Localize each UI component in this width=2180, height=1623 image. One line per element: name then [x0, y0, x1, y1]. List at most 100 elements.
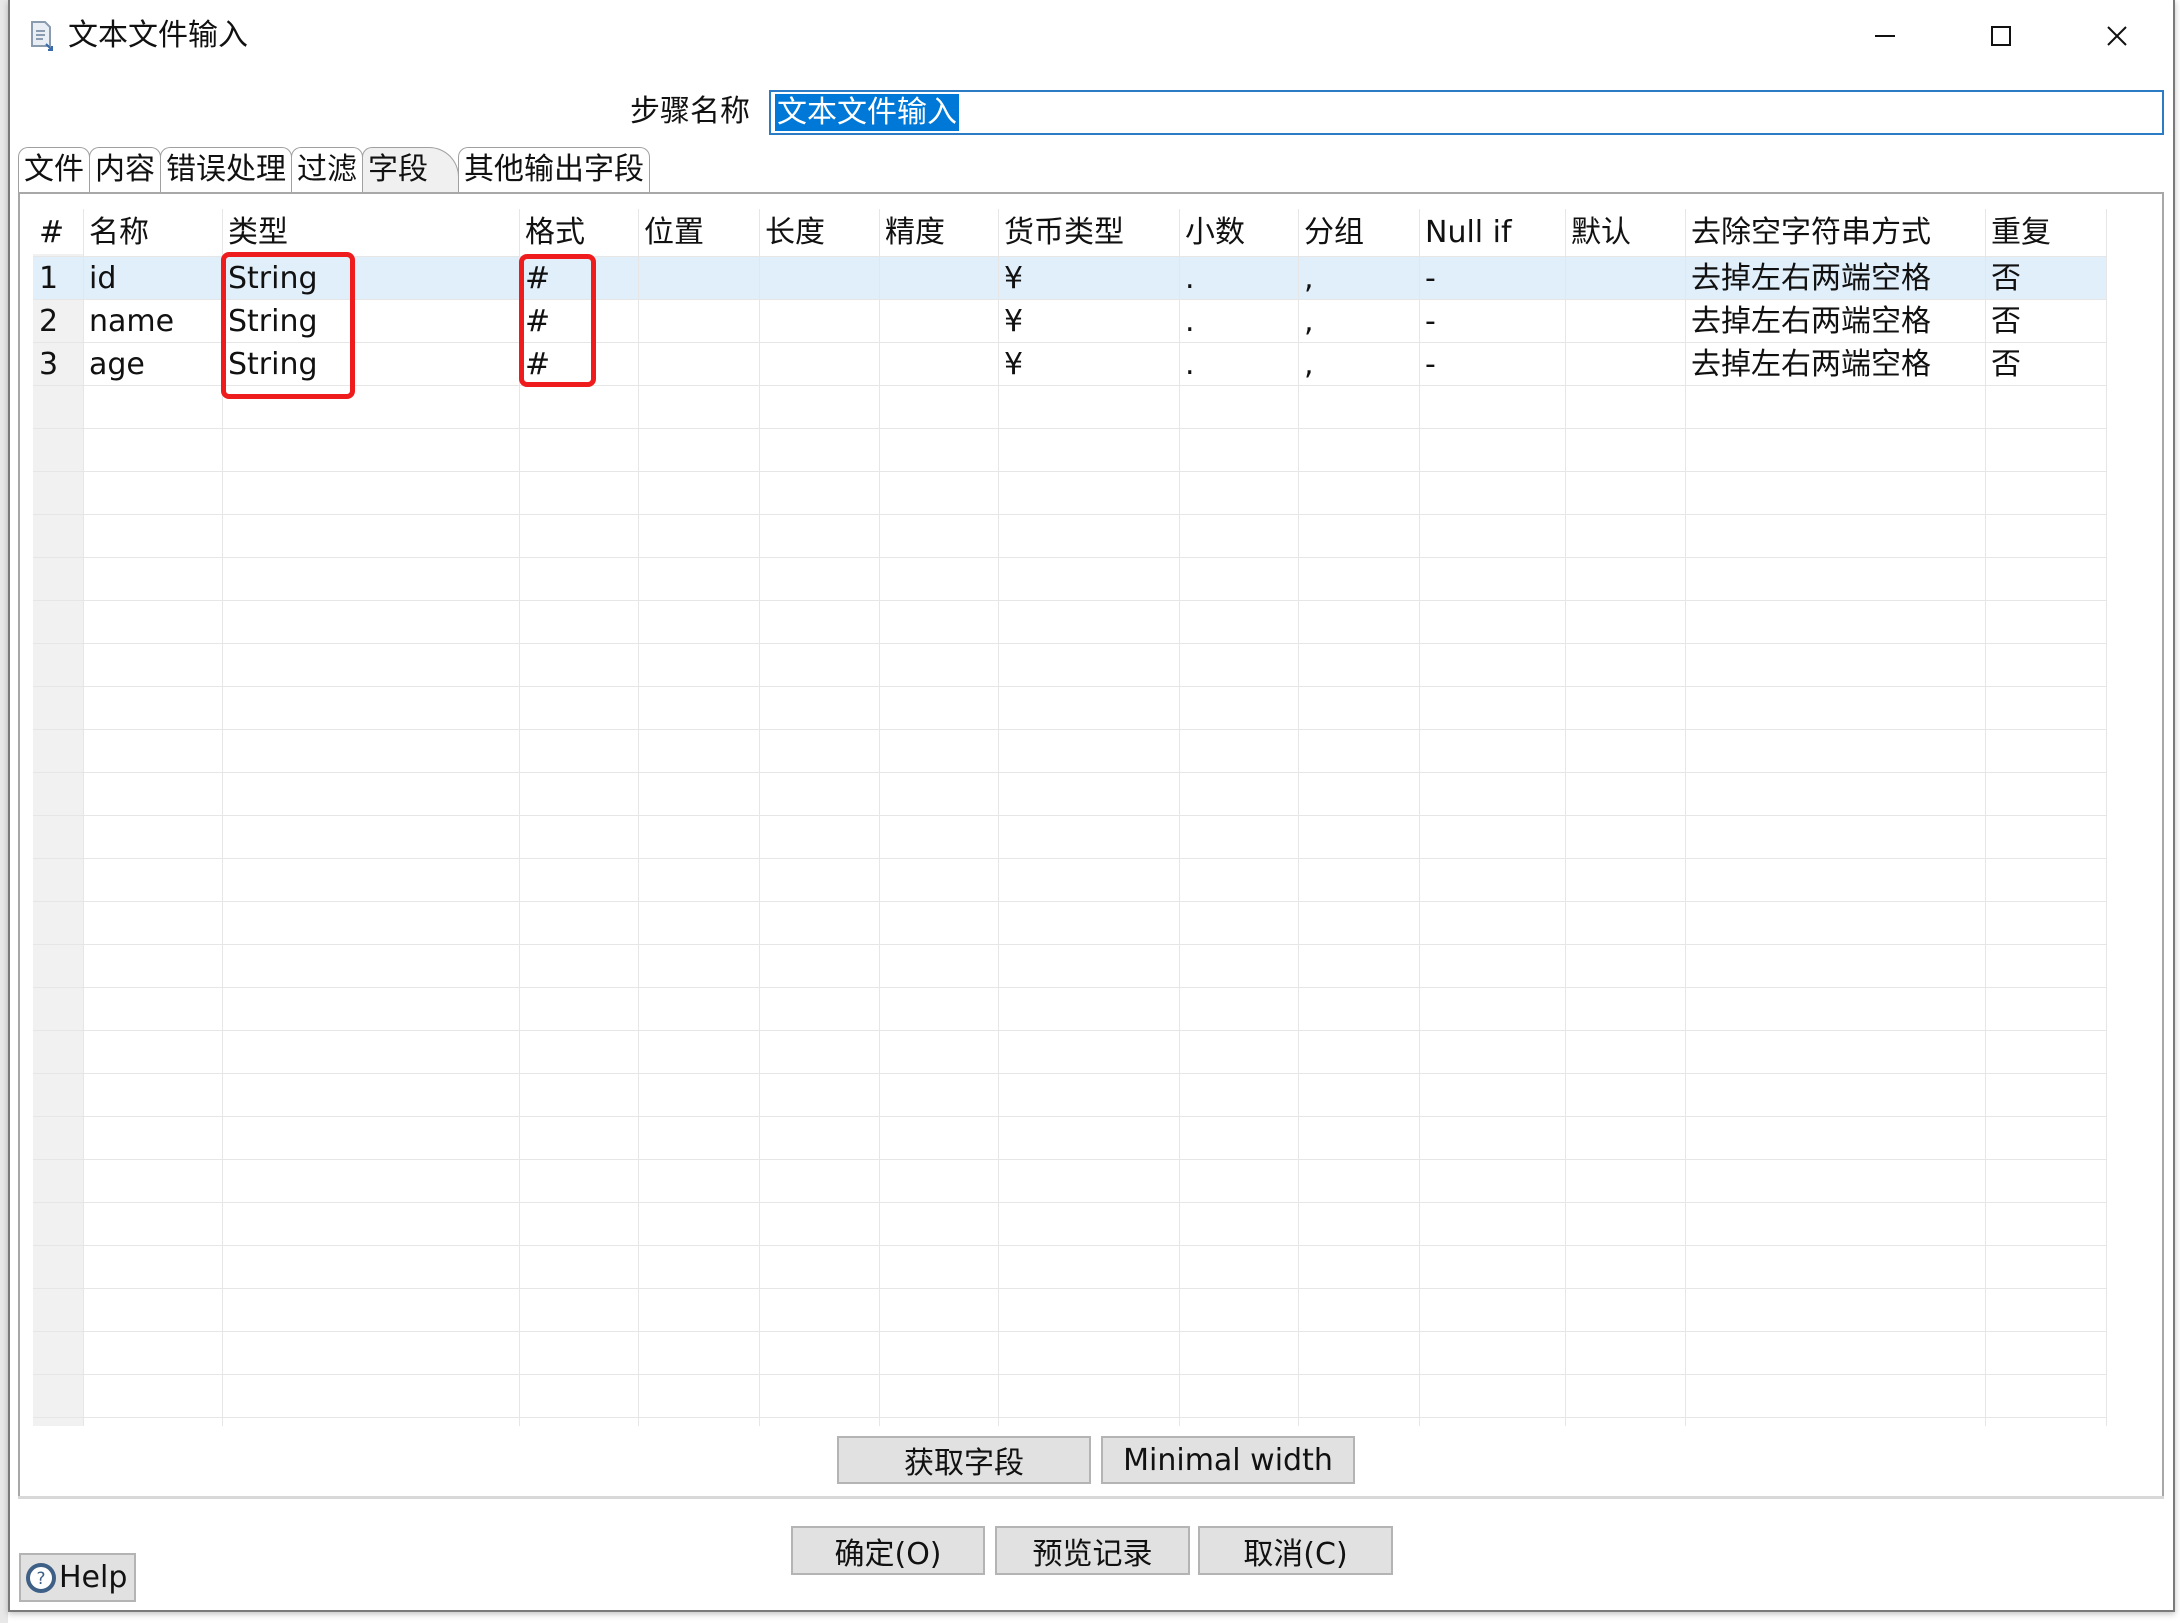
column-divider[interactable]: [638, 209, 639, 1426]
header-col-position[interactable]: 位置: [638, 209, 759, 254]
row-divider: [33, 901, 2106, 902]
column-divider[interactable]: [222, 209, 223, 1426]
header-col-name[interactable]: 名称: [83, 209, 222, 254]
header-col-currency[interactable]: 货币类型: [998, 209, 1179, 254]
cell-col-default[interactable]: [1565, 300, 1685, 343]
tab-other-output-fields[interactable]: 其他输出字段: [458, 147, 650, 193]
tab-fields[interactable]: 字段: [362, 147, 459, 193]
tab-filter[interactable]: 过滤: [291, 147, 363, 193]
row-divider: [33, 1417, 2106, 1418]
cell-col-trim-type[interactable]: 去掉左右两端空格: [1685, 343, 1985, 386]
cell-col-trim-type[interactable]: 去掉左右两端空格: [1685, 300, 1985, 343]
cell-col-position[interactable]: [638, 257, 759, 300]
column-divider[interactable]: [998, 209, 999, 1426]
cell-col-currency[interactable]: ¥: [998, 343, 1179, 386]
cell-col-null-if[interactable]: -: [1419, 343, 1565, 386]
header-col-default[interactable]: 默认: [1565, 209, 1685, 254]
cell-col-repeat[interactable]: 否: [1985, 300, 2106, 343]
cancel-button[interactable]: 取消(C): [1198, 1526, 1393, 1575]
cell-col-length[interactable]: [759, 343, 879, 386]
column-divider[interactable]: [2106, 209, 2107, 1426]
cell-col-group[interactable]: ,: [1298, 343, 1419, 386]
tab-bar: 文件 内容 错误处理 过滤 字段 其他输出字段: [18, 145, 650, 193]
cell-col-trim-type[interactable]: 去掉左右两端空格: [1685, 257, 1985, 300]
cell-col-default[interactable]: [1565, 343, 1685, 386]
cell-col-decimal[interactable]: .: [1179, 257, 1298, 300]
tab-file[interactable]: 文件: [18, 147, 90, 193]
close-icon: [2107, 26, 2127, 46]
header-col-type[interactable]: 类型: [222, 209, 519, 254]
cell-col-format[interactable]: #: [519, 343, 638, 386]
maximize-button[interactable]: [1971, 14, 2031, 58]
cell-col-index[interactable]: 3: [33, 343, 83, 386]
close-button[interactable]: [2087, 14, 2147, 58]
cell-col-currency[interactable]: ¥: [998, 257, 1179, 300]
cell-col-group[interactable]: ,: [1298, 300, 1419, 343]
minimize-button[interactable]: [1855, 14, 1915, 58]
column-divider[interactable]: [1298, 209, 1299, 1426]
cell-col-name[interactable]: id: [83, 257, 222, 300]
row-divider: [33, 1030, 2106, 1031]
tab-content[interactable]: 内容: [89, 147, 161, 193]
row-divider: [33, 987, 2106, 988]
fields-table[interactable]: # 名称 类型 格式 位置 长度 精度 货币类型 小数 分组 Null if 默认 去除空字符串方式 重复…: [33, 209, 2153, 1426]
header-col-precision[interactable]: 精度: [879, 209, 998, 254]
cell-col-precision[interactable]: [879, 343, 998, 386]
cell-col-currency[interactable]: ¥: [998, 300, 1179, 343]
preview-records-button[interactable]: 预览记录: [995, 1526, 1190, 1575]
cell-col-name[interactable]: age: [83, 343, 222, 386]
cell-col-type[interactable]: String: [222, 343, 519, 386]
column-divider[interactable]: [1179, 209, 1180, 1426]
cell-col-length[interactable]: [759, 300, 879, 343]
header-col-repeat[interactable]: 重复: [1985, 209, 2106, 254]
column-divider[interactable]: [83, 209, 84, 1426]
help-button[interactable]: ? Help: [19, 1553, 136, 1602]
header-col-group[interactable]: 分组: [1298, 209, 1419, 254]
header-col-trim-type[interactable]: 去除空字符串方式: [1685, 209, 1985, 254]
cell-col-type[interactable]: String: [222, 300, 519, 343]
row-divider: [33, 643, 2106, 644]
step-name-input[interactable]: 文本文件输入: [769, 90, 2164, 135]
ok-button[interactable]: 确定(O): [791, 1526, 985, 1575]
column-divider[interactable]: [1985, 209, 1986, 1426]
cell-col-type[interactable]: String: [222, 257, 519, 300]
column-divider[interactable]: [519, 209, 520, 1426]
cell-col-length[interactable]: [759, 257, 879, 300]
header-col-length[interactable]: 长度: [759, 209, 879, 254]
cell-col-default[interactable]: [1565, 257, 1685, 300]
tab-error-handling[interactable]: 错误处理: [160, 147, 292, 193]
get-fields-button[interactable]: 获取字段: [837, 1436, 1091, 1484]
cell-col-repeat[interactable]: 否: [1985, 257, 2106, 300]
cell-col-format[interactable]: #: [519, 300, 638, 343]
cell-col-precision[interactable]: [879, 257, 998, 300]
step-name-value: 文本文件输入: [775, 94, 959, 131]
cell-col-index[interactable]: 2: [33, 300, 83, 343]
cell-col-format[interactable]: #: [519, 257, 638, 300]
cell-col-name[interactable]: name: [83, 300, 222, 343]
cell-col-position[interactable]: [638, 343, 759, 386]
cell-col-repeat[interactable]: 否: [1985, 343, 2106, 386]
column-divider[interactable]: [1685, 209, 1686, 1426]
column-divider[interactable]: [1565, 209, 1566, 1426]
cell-col-position[interactable]: [638, 300, 759, 343]
help-icon: ?: [26, 1562, 56, 1593]
minimal-width-button[interactable]: Minimal width: [1101, 1436, 1355, 1484]
row-divider: [33, 1245, 2106, 1246]
column-divider[interactable]: [879, 209, 880, 1426]
column-divider[interactable]: [1419, 209, 1420, 1426]
header-col-null-if[interactable]: Null if: [1419, 209, 1565, 254]
cell-col-decimal[interactable]: .: [1179, 300, 1298, 343]
column-divider[interactable]: [759, 209, 760, 1426]
cell-col-decimal[interactable]: .: [1179, 343, 1298, 386]
cell-col-group[interactable]: ,: [1298, 257, 1419, 300]
row-divider: [33, 858, 2106, 859]
cell-col-precision[interactable]: [879, 300, 998, 343]
cell-col-index[interactable]: 1: [33, 257, 83, 300]
cell-col-null-if[interactable]: -: [1419, 257, 1565, 300]
minimize-icon: [1875, 35, 1895, 37]
header-col-format[interactable]: 格式: [519, 209, 638, 254]
row-divider: [33, 1159, 2106, 1160]
header-col-index[interactable]: #: [33, 209, 83, 254]
header-col-decimal[interactable]: 小数: [1179, 209, 1298, 254]
cell-col-null-if[interactable]: -: [1419, 300, 1565, 343]
